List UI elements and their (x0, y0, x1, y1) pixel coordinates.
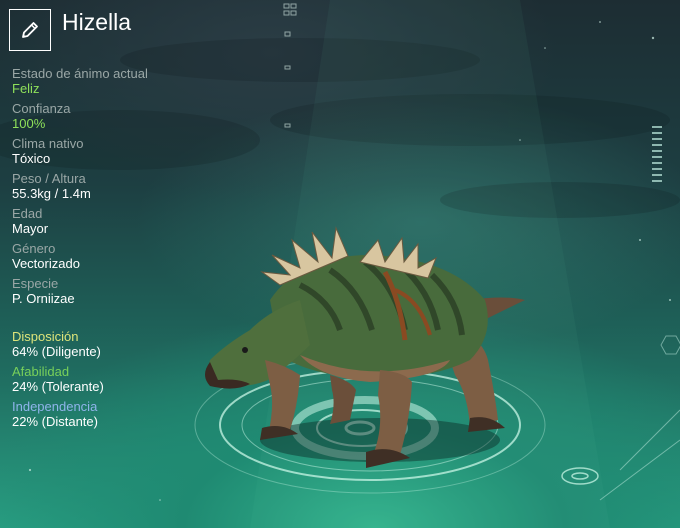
stat-value: 55.3kg / 1.4m (12, 186, 91, 201)
trait-label: Disposición (12, 329, 79, 344)
trait-value: 64% (Diligente) (12, 344, 101, 359)
creature-stats: Estado de ánimo actual Feliz Confianza 1… (12, 66, 212, 307)
stat-label: Género (12, 241, 56, 256)
stat-age: Edad Mayor (12, 206, 212, 237)
personality-traits: Disposición 64% (Diligente) Afabilidad 2… (12, 329, 212, 430)
trait-disposition: Disposición 64% (Diligente) (12, 329, 212, 360)
trait-value: 24% (Tolerante) (12, 379, 104, 394)
stat-mood: Estado de ánimo actual Feliz (12, 66, 212, 97)
stat-value: Tóxico (12, 151, 51, 166)
stat-label: Peso / Altura (12, 171, 86, 186)
stat-value: 100% (12, 116, 46, 131)
stat-species: Especie P. Orniizae (12, 276, 212, 307)
stat-label: Especie (12, 276, 59, 291)
stat-weight-height: Peso / Altura 55.3kg / 1.4m (12, 171, 212, 202)
trait-affability: Afabilidad 24% (Tolerante) (12, 364, 212, 395)
trait-value: 22% (Distante) (12, 414, 98, 429)
stat-value: Mayor (12, 221, 49, 236)
stat-trust: Confianza 100% (12, 101, 212, 132)
stat-value: Vectorizado (12, 256, 80, 271)
stat-label: Confianza (12, 101, 71, 116)
trait-label: Afabilidad (12, 364, 70, 379)
creature-name: Hizella (62, 9, 132, 35)
stat-label: Estado de ánimo actual (12, 66, 148, 81)
stat-value: Feliz (12, 81, 40, 96)
stat-value: P. Orniizae (12, 291, 75, 306)
trait-label: Independencia (12, 399, 98, 414)
edit-name-button[interactable] (9, 9, 51, 51)
pencil-icon (22, 22, 38, 38)
stat-label: Clima nativo (12, 136, 84, 151)
stat-climate: Clima nativo Tóxico (12, 136, 212, 167)
stat-label: Edad (12, 206, 43, 221)
trait-independence: Independencia 22% (Distante) (12, 399, 212, 430)
stat-gender: Género Vectorizado (12, 241, 212, 272)
